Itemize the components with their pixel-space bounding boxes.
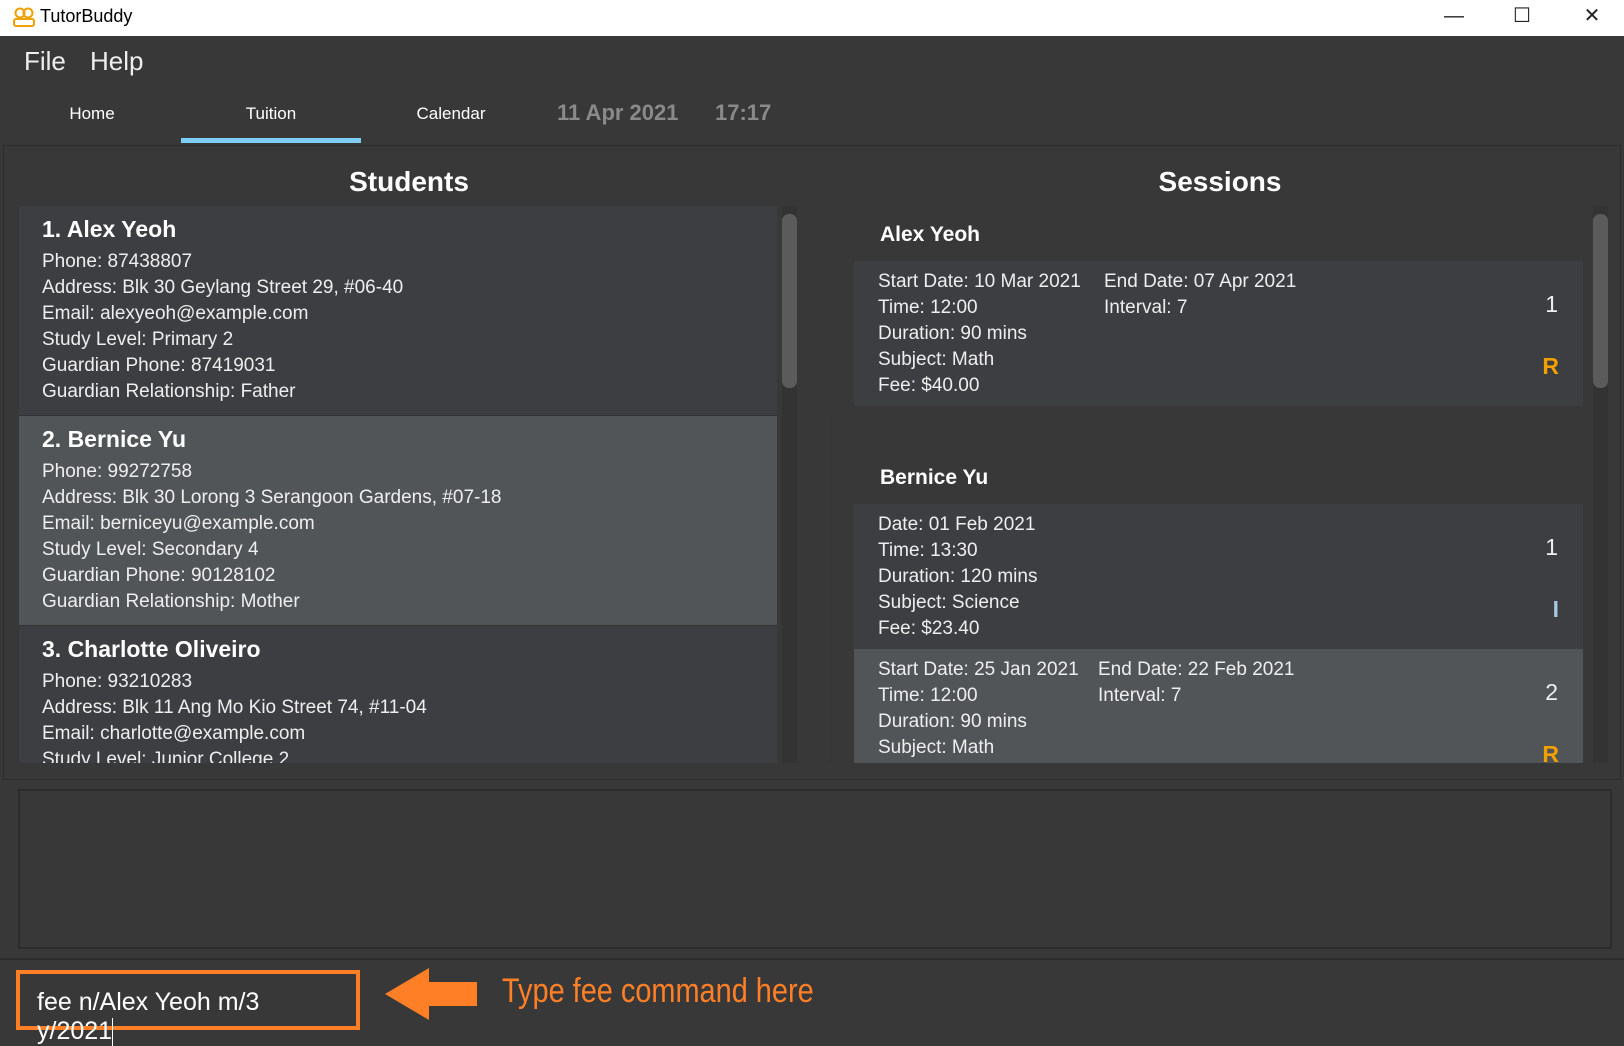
minimize-button[interactable]: — <box>1434 2 1474 32</box>
arrow-left-icon <box>385 968 477 1020</box>
student-detail: Phone: 99272758 <box>42 461 193 482</box>
session-detail: Date: 01 Feb 2021 <box>878 514 1036 535</box>
session-detail: Interval: 7 <box>1098 685 1182 706</box>
session-detail: Duration: 120 mins <box>878 566 1038 587</box>
student-detail: Guardian Relationship: Mother <box>42 591 300 612</box>
student-detail: Email: charlotte@example.com <box>42 723 306 744</box>
session-type-badge: I <box>1552 596 1559 622</box>
session-type-badge: R <box>1542 353 1559 379</box>
session-detail: Fee: $40.00 <box>878 375 980 396</box>
session-detail: Time: 13:30 <box>878 540 978 561</box>
window-title: TutorBuddy <box>40 6 133 26</box>
student-detail: Study Level: Junior College 2 <box>42 749 290 763</box>
student-detail: Email: alexyeoh@example.com <box>42 303 309 324</box>
maximize-button[interactable]: ☐ <box>1502 2 1542 32</box>
student-detail: Address: Blk 11 Ang Mo Kio Street 74, #1… <box>42 697 427 718</box>
student-detail: Address: Blk 30 Lorong 3 Serangoon Garde… <box>42 487 502 508</box>
session-card[interactable]: Start Date: 25 Jan 2021 Time: 12:00 Durati… <box>854 649 1583 763</box>
student-detail: Guardian Phone: 87419031 <box>42 355 276 376</box>
command-input[interactable]: fee n/Alex Yeoh m/3 y/2021 <box>16 970 360 1046</box>
menu-help[interactable]: Help <box>90 46 143 77</box>
student-list-scrollbar[interactable] <box>782 206 797 763</box>
session-list-scrollbar[interactable] <box>1593 206 1608 763</box>
session-detail: Duration: 90 mins <box>878 323 1027 344</box>
student-card[interactable]: 1. Alex Yeoh Phone: 87438807 Address: Blk … <box>19 206 777 416</box>
student-detail: Phone: 87438807 <box>42 251 193 272</box>
session-detail: Fee: $31.30 <box>878 761 1559 763</box>
tab-home[interactable]: Home <box>2 104 182 124</box>
session-index: 2 <box>1545 679 1558 705</box>
sessions-title: Sessions <box>1158 166 1282 197</box>
student-name: 3. Charlotte Oliveiro <box>42 636 261 662</box>
session-detail: Fee: $23.40 <box>878 618 980 639</box>
student-detail: Phone: 93210283 <box>42 671 193 692</box>
session-detail: Subject: Science <box>878 592 1020 613</box>
session-card[interactable]: Date: 01 Feb 2021 Time: 13:30 Duration: 12… <box>854 504 1583 649</box>
result-display <box>18 789 1612 949</box>
tab-calendar[interactable]: Calendar <box>361 104 541 124</box>
session-card[interactable]: Start Date: 10 Mar 2021 Time: 12:00 Durati… <box>854 261 1583 406</box>
session-type-badge: R <box>1542 741 1559 763</box>
student-detail: Email: berniceyu@example.com <box>42 513 315 534</box>
student-detail: Guardian Phone: 90128102 <box>42 565 276 586</box>
student-name: 1. Alex Yeoh <box>42 216 177 242</box>
command-text: fee n/Alex Yeoh m/3 y/2021 <box>37 988 260 1045</box>
close-button[interactable]: ✕ <box>1572 2 1612 32</box>
session-detail: Duration: 90 mins <box>878 711 1027 732</box>
student-list[interactable]: 1. Alex Yeoh Phone: 87438807 Address: Blk … <box>19 206 777 763</box>
tab-tuition[interactable]: Tuition <box>181 104 361 124</box>
title-bar: TutorBuddy — ☐ ✕ <box>0 0 1624 36</box>
session-detail: Subject: Math <box>878 349 995 370</box>
app-logo-icon <box>13 7 35 27</box>
annotation-text: Type fee command here <box>502 972 814 1010</box>
student-name: 2. Bernice Yu <box>42 426 187 452</box>
students-title: Students <box>349 166 469 197</box>
session-detail: Subject: Math <box>878 737 995 758</box>
session-list[interactable]: Alex Yeoh Start Date: 10 Mar 2021 Time: 12… <box>854 206 1583 763</box>
active-tab-indicator <box>181 138 361 143</box>
student-detail: Study Level: Secondary 4 <box>42 539 259 560</box>
student-card[interactable]: 3. Charlotte Oliveiro Phone: 93210283 Addr… <box>19 626 777 763</box>
divider <box>830 415 831 763</box>
student-detail: Address: Blk 30 Geylang Street 29, #06-4… <box>42 277 404 298</box>
session-index: 1 <box>1545 291 1558 317</box>
session-index: 1 <box>1545 534 1558 560</box>
session-group-name: Alex Yeoh <box>880 223 980 246</box>
scrollbar-thumb[interactable] <box>1593 214 1608 388</box>
menu-file[interactable]: File <box>24 46 66 77</box>
student-detail: Study Level: Primary 2 <box>42 329 234 350</box>
current-time: 17:17 <box>715 100 772 125</box>
divider <box>0 958 1624 960</box>
student-card[interactable]: 2. Bernice Yu Phone: 99272758 Address: Blk… <box>19 416 777 626</box>
current-date: 11 Apr 2021 <box>557 100 679 125</box>
student-detail: Guardian Relationship: Father <box>42 381 296 402</box>
text-caret <box>112 1018 114 1046</box>
session-detail: Interval: 7 <box>1104 297 1188 318</box>
scrollbar-thumb[interactable] <box>782 214 797 388</box>
session-detail: End Date: 22 Feb 2021 <box>1098 659 1295 680</box>
session-group-name: Bernice Yu <box>880 466 989 489</box>
session-detail: End Date: 07 Apr 2021 <box>1104 271 1297 292</box>
